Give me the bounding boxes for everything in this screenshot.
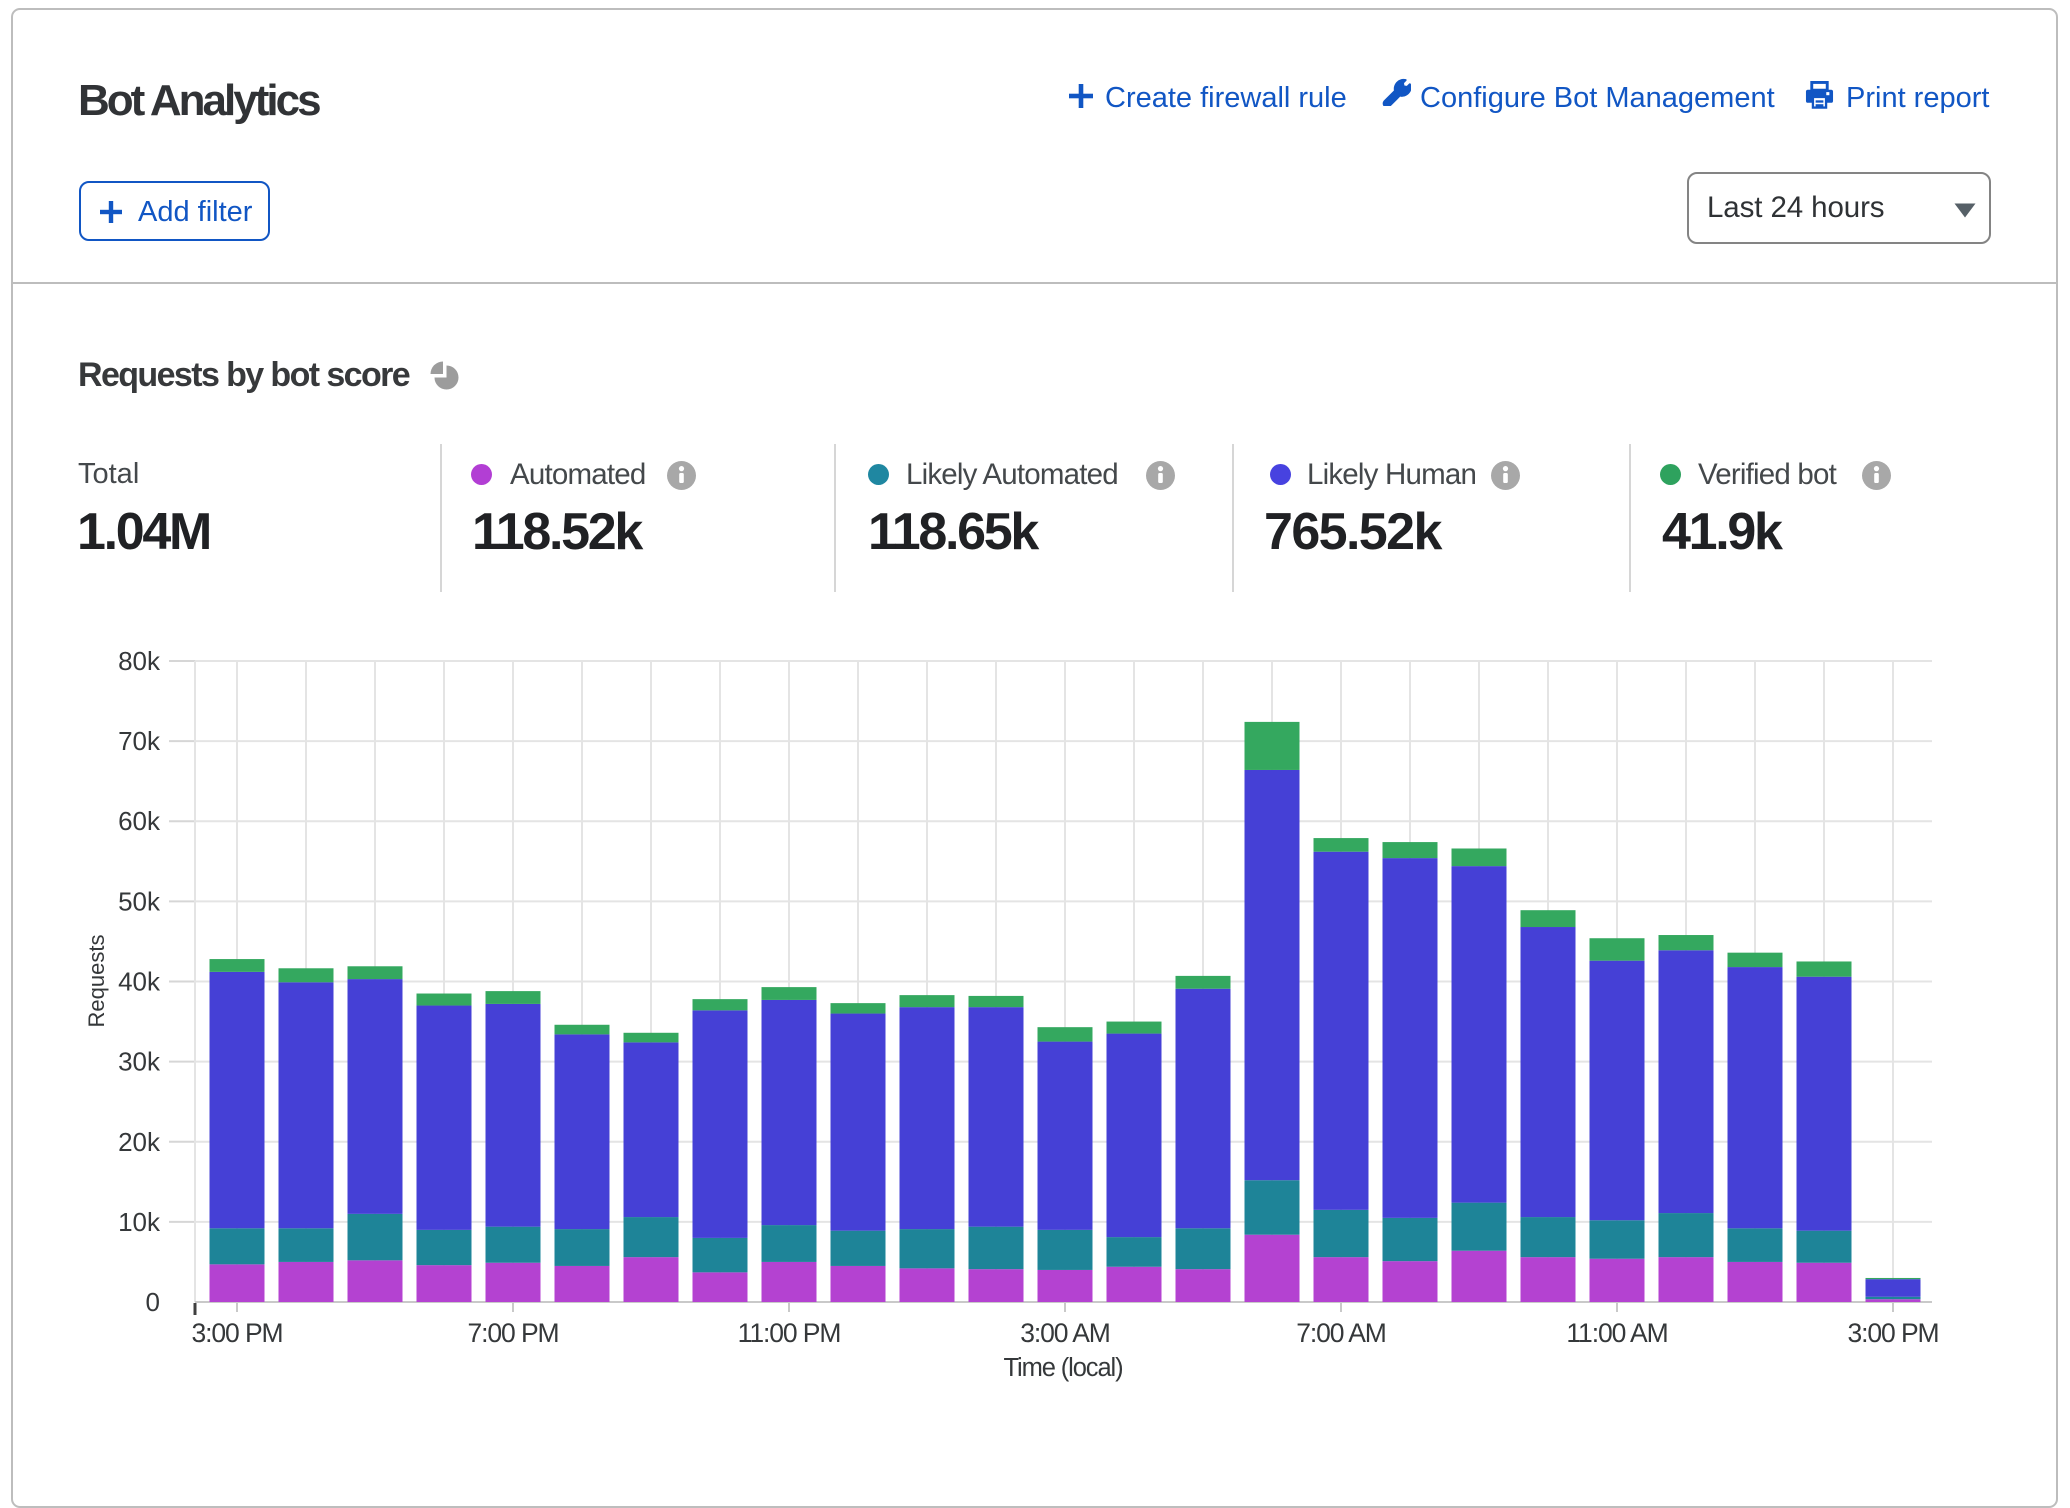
- svg-text:80k: 80k: [118, 646, 161, 676]
- svg-text:Requests: Requests: [84, 935, 109, 1028]
- svg-text:Time (local): Time (local): [1003, 1354, 1122, 1382]
- svg-text:11:00 PM: 11:00 PM: [738, 1318, 841, 1348]
- svg-text:3:00 PM: 3:00 PM: [192, 1318, 283, 1348]
- svg-text:3:00 PM: 3:00 PM: [1848, 1318, 1939, 1348]
- svg-text:11:00 AM: 11:00 AM: [1566, 1318, 1667, 1348]
- svg-text:60k: 60k: [118, 806, 161, 836]
- svg-text:70k: 70k: [118, 726, 161, 756]
- svg-text:7:00 AM: 7:00 AM: [1296, 1318, 1386, 1348]
- svg-text:50k: 50k: [118, 886, 161, 916]
- svg-text:7:00 PM: 7:00 PM: [468, 1318, 559, 1348]
- svg-text:40k: 40k: [118, 967, 161, 997]
- svg-text:30k: 30k: [118, 1047, 161, 1077]
- svg-text:20k: 20k: [118, 1127, 161, 1157]
- svg-text:3:00 AM: 3:00 AM: [1020, 1318, 1110, 1348]
- svg-text:0: 0: [146, 1287, 160, 1317]
- svg-text:10k: 10k: [118, 1207, 161, 1237]
